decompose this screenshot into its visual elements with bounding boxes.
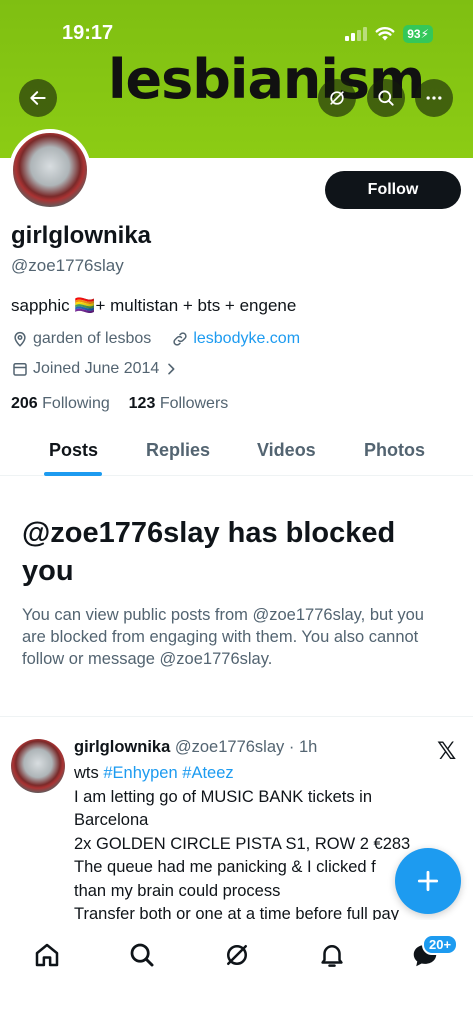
profile-avatar[interactable] [9, 129, 91, 211]
cellular-signal-icon [345, 27, 368, 41]
search-icon [378, 90, 394, 106]
joined-row[interactable]: Joined June 2014 [11, 360, 179, 378]
search-button[interactable] [367, 79, 405, 117]
divider [0, 716, 473, 717]
blocked-title: @zoe1776slay has blocked you [22, 517, 396, 587]
wifi-icon [375, 27, 395, 41]
following-link[interactable]: 206 Following [11, 395, 110, 412]
profile-tabs: Posts Replies Videos Photos [0, 430, 473, 476]
back-button[interactable] [19, 79, 57, 117]
tweet-line: 2x GOLDEN CIRCLE PISTA S1, ROW 2 €283 [74, 834, 411, 853]
tweet-text[interactable]: wts #Enhypen #Ateez I am letting go of M… [74, 762, 434, 927]
grok-button[interactable] [318, 79, 356, 117]
profile-meta-row: garden of lesbos lesbodyke.com [11, 330, 300, 348]
location-pin-icon [14, 331, 26, 347]
home-icon[interactable] [32, 940, 62, 970]
followers-count: 123 [128, 395, 156, 412]
tab-photos[interactable]: Photos [364, 440, 425, 461]
profile-bio: sapphic 🏳️‍🌈+ multistan + bts + engene [11, 296, 297, 315]
calendar-icon [13, 363, 27, 376]
profile-website-link[interactable]: lesbodyke.com [193, 330, 300, 348]
more-button[interactable] [415, 79, 453, 117]
status-icons: 93⚡ [345, 25, 433, 43]
tweet-time: 1h [298, 738, 318, 756]
tweet-separator: · [284, 738, 299, 756]
chevron-right-icon [168, 363, 175, 375]
more-icon [426, 96, 442, 100]
tab-replies[interactable]: Replies [146, 440, 210, 461]
tweet-author-handle: @zoe1776slay [174, 738, 285, 756]
tweet-prefix: wts [74, 764, 99, 782]
link-icon [173, 332, 187, 346]
followers-label: Followers [159, 395, 229, 412]
tweet-author-avatar[interactable] [11, 739, 65, 793]
x-logo-icon: 𝕏 [437, 737, 457, 765]
bottom-nav: 20+ [0, 920, 473, 1024]
battery-level: 93 [407, 27, 421, 41]
following-label: Following [42, 395, 110, 412]
bell-icon[interactable] [317, 940, 347, 970]
followers-link[interactable]: 123 Followers [129, 395, 229, 412]
search-icon[interactable] [127, 940, 157, 970]
status-time: 19:17 [62, 22, 114, 44]
tweet-author-name[interactable]: girlglownika [74, 738, 170, 756]
tab-posts[interactable]: Posts [49, 440, 98, 461]
profile-handle: @zoe1776slay [11, 256, 124, 275]
tweet-line: The queue had me panicking & I clicked f [74, 858, 376, 876]
profile-location: garden of lesbos [33, 330, 152, 347]
display-name: girlglownika [11, 222, 152, 249]
notifications-badge: 20+ [422, 934, 459, 955]
blocked-description: You can view public posts from @zoe1776s… [22, 606, 424, 668]
battery-indicator: 93⚡ [403, 25, 433, 43]
arrow-left-icon [30, 91, 46, 105]
plus-icon [417, 870, 439, 892]
tab-videos[interactable]: Videos [257, 440, 316, 461]
tweet-line: wts #Enhypen #Ateez [74, 762, 434, 786]
tweet-line: Barcelona [74, 811, 149, 829]
tweet-line: than my brain could process [74, 881, 281, 900]
following-count: 206 [11, 395, 38, 412]
tweet-line: I am letting go of MUSIC BANK tickets in [74, 787, 373, 806]
joined-date: Joined June 2014 [33, 360, 160, 377]
active-tab-indicator [44, 472, 102, 476]
hashtag-link[interactable]: #Ateez [182, 764, 233, 782]
grok-icon[interactable] [222, 940, 252, 970]
grok-icon [330, 91, 344, 105]
tweet-header: girlglownika @zoe1776slay · 1h [74, 738, 317, 757]
follow-counts: 206 Following 123 Followers [11, 395, 228, 413]
hashtag-link[interactable]: #Enhypen [103, 764, 177, 782]
follow-button[interactable]: Follow [325, 171, 461, 209]
compose-button[interactable] [395, 848, 461, 914]
